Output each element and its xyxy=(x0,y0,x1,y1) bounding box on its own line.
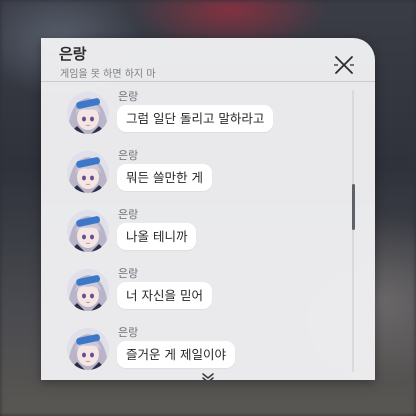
message-bubble: 즐거운 게 제일이야 xyxy=(117,341,235,368)
chevron-down-icon xyxy=(202,373,214,380)
close-icon xyxy=(334,56,354,74)
scrollbar[interactable] xyxy=(351,90,355,372)
chat-dialog: 은랑 게임을 못 하면 하지 마 은랑 그럼 일단 돌리고 말하라고 은랑 뭐든… xyxy=(41,38,375,380)
message-item: 은랑 뭐든 쓸만한 게 xyxy=(67,147,337,203)
message-item: 은랑 너 자신을 믿어 xyxy=(67,265,337,321)
scrollbar-thumb[interactable] xyxy=(351,184,355,230)
dialog-subtitle: 게임을 못 하면 하지 마 xyxy=(60,69,156,80)
message-bubble: 그럼 일단 돌리고 말하라고 xyxy=(117,105,274,132)
message-item: 은랑 나올 테니까 xyxy=(67,206,337,262)
avatar xyxy=(67,328,109,370)
message-bubble: 나올 테니까 xyxy=(117,223,197,250)
close-button[interactable] xyxy=(333,54,355,76)
avatar xyxy=(67,151,109,193)
message-bubble: 뭐든 쓸만한 게 xyxy=(117,164,212,191)
sender-name: 은랑 xyxy=(118,208,139,221)
scroll-more-button[interactable] xyxy=(201,368,215,380)
dialog-title: 은랑 xyxy=(59,45,87,63)
sender-name: 은랑 xyxy=(118,267,139,280)
message-bubble: 너 자신을 믿어 xyxy=(117,282,212,309)
message-item: 은랑 그럼 일단 돌리고 말하라고 xyxy=(67,88,337,144)
sender-name: 은랑 xyxy=(118,149,139,162)
sender-name: 은랑 xyxy=(118,326,139,339)
avatar xyxy=(67,210,109,252)
avatar xyxy=(67,269,109,311)
sender-name: 은랑 xyxy=(118,90,139,103)
message-list[interactable]: 은랑 그럼 일단 돌리고 말하라고 은랑 뭐든 쓸만한 게 은랑 나올 테니까 … xyxy=(41,82,375,380)
avatar xyxy=(67,92,109,134)
dialog-header: 은랑 게임을 못 하면 하지 마 xyxy=(41,38,375,80)
